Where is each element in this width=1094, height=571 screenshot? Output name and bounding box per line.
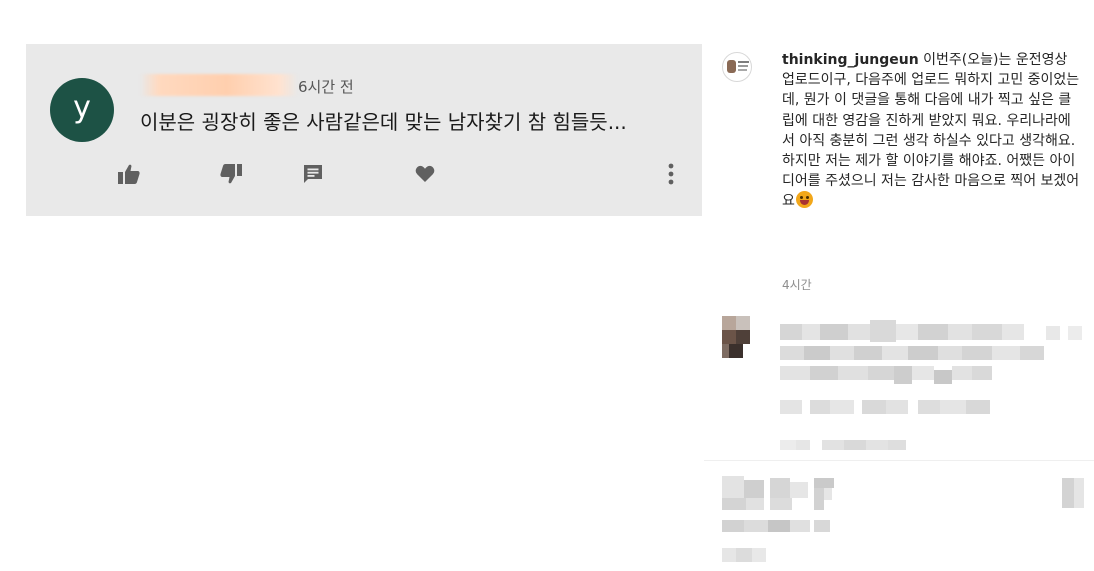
- reply-text: 이번주(오늘)는 운전영상 업로드이구, 다음주에 업로드 뭐하지 고민 중이었…: [782, 52, 1080, 210]
- grinning-squinting-face-icon: [795, 191, 813, 209]
- like-button[interactable]: [114, 162, 144, 186]
- commenter-avatar[interactable]: y: [50, 78, 114, 142]
- thumbs-down-icon: [220, 164, 242, 184]
- reply-button[interactable]: [300, 162, 326, 186]
- dislike-button[interactable]: [216, 162, 246, 186]
- section-divider: [704, 460, 1094, 461]
- heart-icon: [415, 165, 435, 182]
- redacted-author-name: [140, 74, 298, 96]
- more-vertical-icon: [668, 163, 674, 185]
- comment-icon: [304, 165, 322, 183]
- reply-comment: thinking_jungeun 이번주(오늘)는 운전영상 업로드이구, 다음…: [782, 50, 1082, 212]
- thumbs-up-icon: [118, 164, 140, 184]
- heart-button[interactable]: [412, 162, 438, 186]
- reply-time: 4시간: [782, 278, 812, 292]
- instagram-comments-panel: thinking_jungeun 이번주(오늘)는 운전영상 업로드이구, 다음…: [704, 44, 1094, 571]
- more-options-button[interactable]: [662, 162, 680, 186]
- profile-avatar[interactable]: [722, 52, 752, 82]
- avatar-letter: y: [73, 90, 91, 125]
- reply-username[interactable]: thinking_jungeun: [782, 52, 919, 68]
- youtube-comment-card: y 6시간 전 이분은 굉장히 좋은 사람같은데 맞는 남자찾기 참 힘들듯..…: [26, 44, 702, 216]
- comment-text: 이분은 굉장히 좋은 사람같은데 맞는 남자찾기 참 힘들듯...: [140, 110, 627, 134]
- comment-timestamp[interactable]: 6시간 전: [298, 76, 354, 97]
